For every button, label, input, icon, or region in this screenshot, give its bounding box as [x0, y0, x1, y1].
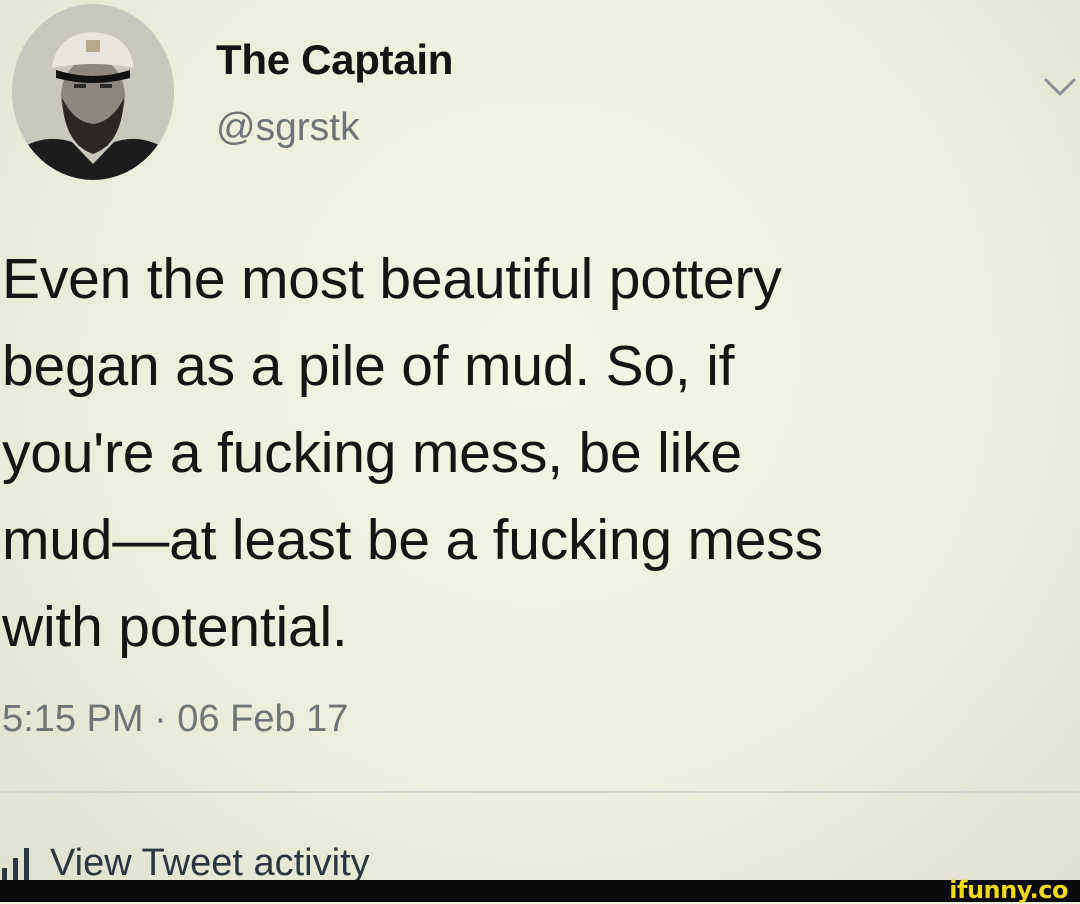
divider [0, 791, 1080, 793]
tweet-card: The Captain @sgrstk Even the most beauti… [0, 0, 1080, 880]
view-tweet-activity-label: View Tweet activity [50, 842, 370, 880]
ifunny-watermark: ifunny.co [949, 876, 1068, 904]
avatar[interactable] [12, 4, 174, 180]
captain-avatar-image [12, 4, 174, 180]
author-display-name[interactable]: The Captain [216, 36, 453, 84]
view-tweet-activity-link[interactable]: View Tweet activity [0, 836, 370, 880]
watermark-bar [0, 880, 1080, 902]
tweet-timestamp[interactable]: 5:15 PM · 06 Feb 17 [2, 698, 348, 741]
author-handle[interactable]: @sgrstk [216, 106, 360, 150]
tweet-text: Even the most beautiful pottery began as… [2, 247, 823, 659]
chevron-down-icon[interactable] [1040, 68, 1080, 108]
bar-chart-icon [0, 846, 32, 880]
